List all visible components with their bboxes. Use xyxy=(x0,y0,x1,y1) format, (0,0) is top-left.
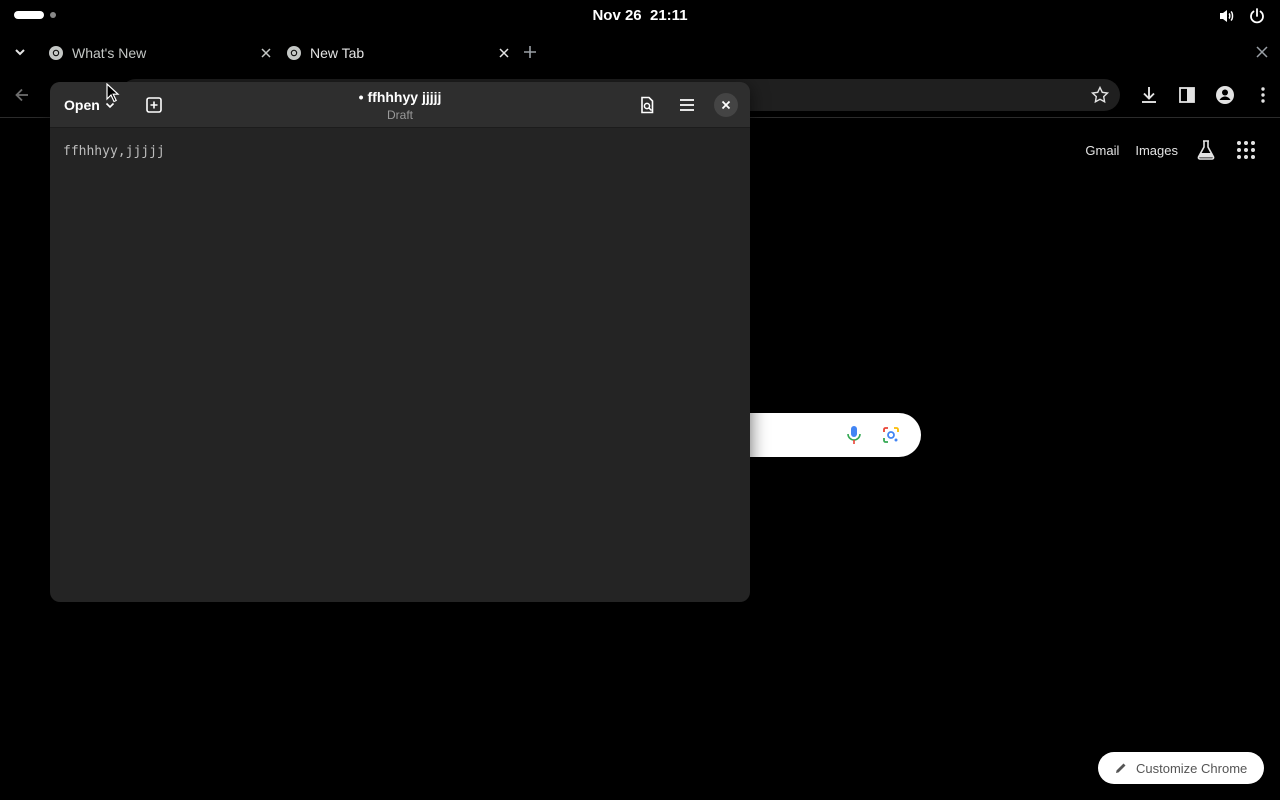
clock-date[interactable]: Nov 26 xyxy=(592,7,641,24)
activities-indicator[interactable] xyxy=(14,11,56,19)
system-tray[interactable] xyxy=(1218,7,1266,25)
find-in-document-icon[interactable] xyxy=(637,95,657,115)
tab-close-icon[interactable] xyxy=(496,45,512,61)
more-vertical-icon[interactable] xyxy=(1252,84,1274,106)
pencil-icon xyxy=(1116,763,1126,773)
clock: Nov 26 21:11 xyxy=(0,7,1280,24)
mouse-pointer-icon xyxy=(106,83,120,103)
gmail-link[interactable]: Gmail xyxy=(1085,143,1119,158)
power-icon[interactable] xyxy=(1248,7,1266,25)
bookmark-star-icon[interactable] xyxy=(1090,85,1110,105)
back-arrow-icon[interactable] xyxy=(12,85,32,105)
tab-title: What's New xyxy=(72,45,147,61)
ntp-header-links: Gmail Images xyxy=(1085,138,1258,162)
chrome-favicon-icon xyxy=(287,46,301,60)
workspace-active-pill xyxy=(14,11,44,19)
tab-new-tab[interactable]: New Tab xyxy=(286,36,520,70)
close-icon xyxy=(721,100,731,110)
workspace-dot xyxy=(50,12,56,18)
editor-text-area[interactable]: ffhhhyy,jjjjj xyxy=(63,144,165,159)
text-editor-window: Open • ffhhhyy jjjjj Draft ffhhhyy,jjjjj xyxy=(50,82,750,602)
open-label: Open xyxy=(64,97,100,113)
tab-whats-new[interactable]: What's New xyxy=(48,36,282,70)
editor-header-bar: Open • ffhhhyy jjjjj Draft xyxy=(50,82,750,128)
editor-close-button[interactable] xyxy=(714,93,738,117)
new-tab-plus-icon[interactable] xyxy=(520,42,540,62)
tab-close-icon[interactable] xyxy=(258,45,274,61)
chrome-favicon-icon xyxy=(49,46,63,60)
apps-grid-icon[interactable] xyxy=(1234,138,1258,162)
new-document-icon[interactable] xyxy=(144,95,164,115)
document-title: ffhhhyy jjjjj xyxy=(367,89,442,105)
tab-search-chevron-icon[interactable] xyxy=(10,42,30,62)
voice-search-mic-icon[interactable] xyxy=(844,424,864,446)
clock-time[interactable]: 21:11 xyxy=(650,7,688,24)
images-link[interactable]: Images xyxy=(1135,143,1178,158)
customize-label: Customize Chrome xyxy=(1136,760,1248,776)
unsaved-marker: • xyxy=(358,89,364,105)
tab-title: New Tab xyxy=(310,45,365,61)
google-lens-icon[interactable] xyxy=(881,425,901,445)
download-icon[interactable] xyxy=(1138,84,1160,106)
tab-strip: What's New New Tab xyxy=(0,32,1280,72)
toolbar-actions xyxy=(1138,84,1274,106)
hamburger-menu-icon[interactable] xyxy=(677,95,697,115)
side-panel-icon[interactable] xyxy=(1176,84,1198,106)
volume-icon[interactable] xyxy=(1218,7,1236,25)
window-close-icon[interactable] xyxy=(1254,44,1270,60)
system-top-bar: Nov 26 21:11 xyxy=(0,0,1280,32)
labs-flask-icon[interactable] xyxy=(1194,138,1218,162)
profile-avatar-icon[interactable] xyxy=(1214,84,1236,106)
customize-chrome-button[interactable]: Customize Chrome xyxy=(1098,752,1264,784)
